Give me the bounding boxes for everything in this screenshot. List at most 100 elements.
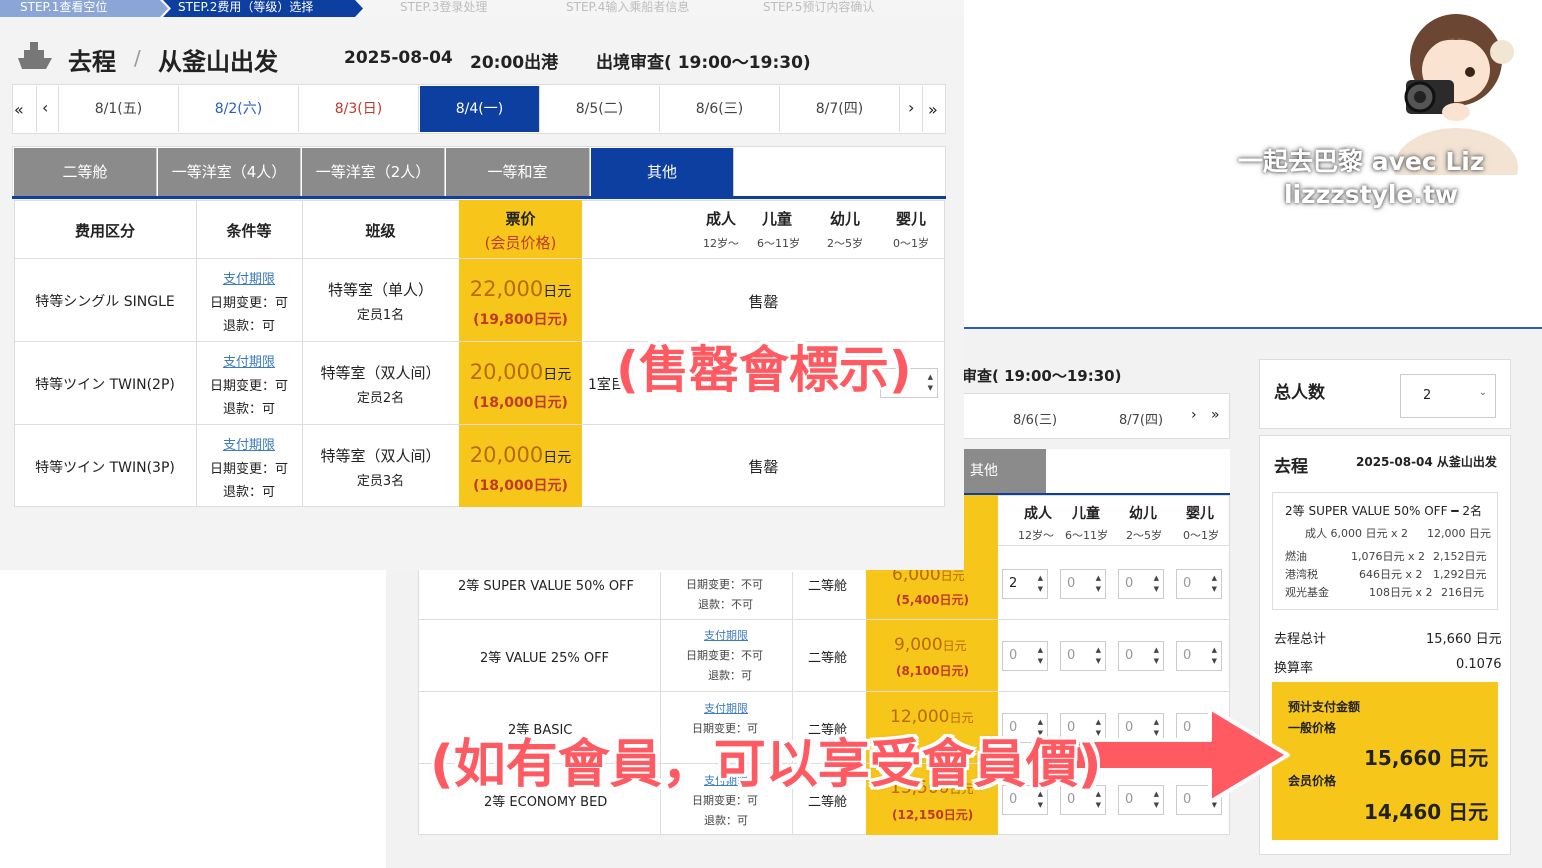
child-count-stepper[interactable]: 0 <box>1060 569 1106 599</box>
date-strip: 8/6(三) 8/7(四) › » <box>962 393 1230 439</box>
next-date-button[interactable]: › <box>1191 407 1197 423</box>
baby-age: 0～1岁 <box>1183 529 1219 542</box>
child-age: 6～11岁 <box>757 237 800 250</box>
refund-rule: 退款：可 <box>708 669 752 682</box>
cabin-class: 特等室（双人间） <box>320 447 441 465</box>
baby-age: 0～1岁 <box>893 237 929 250</box>
adult-count-stepper[interactable]: 0 <box>1002 641 1048 671</box>
adult-count-stepper[interactable]: 2 <box>1002 569 1048 599</box>
infant-age: 2～5岁 <box>827 237 863 250</box>
refund-rule: 退款：可 <box>222 319 275 334</box>
adult-age: 12岁～ <box>703 237 739 250</box>
baby-header: 婴儿 <box>896 210 927 228</box>
cabin-class: 二等舱 <box>808 651 848 666</box>
fee-calc: 108日元 x 2 <box>1369 586 1433 599</box>
baby-count-stepper[interactable]: 0 <box>1176 641 1222 671</box>
date-tab-8-6[interactable]: 8/6(三) <box>1013 409 1057 428</box>
cabin-class: 特等室（单人） <box>327 281 433 299</box>
child-header: 儿童 <box>1072 506 1100 522</box>
first-date-button[interactable]: « <box>14 100 24 119</box>
tab-first-western-4[interactable]: 一等洋室（4人） <box>158 148 301 196</box>
payment-deadline-link[interactable]: 支付期限 <box>704 700 748 716</box>
tab-other[interactable]: 其他 <box>591 148 734 196</box>
child-count-stepper[interactable]: 0 <box>1060 641 1106 671</box>
watermark-title: 一起去巴黎 avec Liz <box>1238 147 1485 176</box>
fare-name: 2等 VALUE 25% OFF <box>480 651 610 666</box>
total-people-label: 总人数 <box>1274 383 1325 403</box>
fare-name: 特等シングル SINGLE <box>35 294 175 310</box>
watermark-site: lizzzstyle.tw <box>1284 180 1458 209</box>
fare-price: 22,000日元 <box>469 277 572 301</box>
date-tab-8-3[interactable]: 8/3(日) <box>299 86 419 132</box>
summary-direction: 去程 <box>1274 457 1308 477</box>
step-2: STEP.2费用（等级）选择 <box>178 0 314 14</box>
tab-first-western-2[interactable]: 一等洋室（2人） <box>302 148 445 196</box>
last-date-button[interactable]: » <box>1211 407 1220 423</box>
adult-header: 成人 <box>1024 506 1052 522</box>
cabin-class: 二等舱 <box>808 579 848 594</box>
adult-header: 成人 <box>706 210 737 228</box>
sold-out-status: 售罄 <box>748 293 779 311</box>
date-tab-8-7[interactable]: 8/7(四) <box>780 86 900 132</box>
infant-header: 幼儿 <box>1129 506 1157 522</box>
departure-time: 20:00出港 <box>470 53 559 73</box>
next-date-button[interactable]: › <box>908 98 914 117</box>
trip-total-label: 去程总计 <box>1274 632 1327 647</box>
date-tab-8-2[interactable]: 8/2(六) <box>179 86 299 132</box>
refund-rule: 退款：可 <box>704 814 748 827</box>
sold-out-annotation: (售罄會標示) <box>616 341 912 399</box>
fee-total: 216日元 <box>1441 586 1484 599</box>
last-date-button[interactable]: » <box>928 100 938 119</box>
refund-rule: 退款：可 <box>222 485 275 500</box>
immigration-time: 审查( 19:00～19:30) <box>962 367 1122 385</box>
total-people-value: 2 <box>1423 388 1432 403</box>
fee-total: 1,292日元 <box>1433 568 1487 581</box>
fare-selection-screenshot: STEP.1查看空位 STEP.2费用（等级）选择 STEP.3登录处理 STE… <box>0 0 964 570</box>
tab-other[interactable]: 其他 <box>962 449 1046 493</box>
payment-deadline-link[interactable]: 支付期限 <box>196 268 302 287</box>
summary-date-origin: 2025-08-04 从釜山出发 <box>1356 455 1497 469</box>
date-change-rule: 日期变更：不可 <box>686 649 763 662</box>
date-change-rule: 日期变更：可 <box>209 379 288 394</box>
fee-label: 观光基金 <box>1285 586 1329 599</box>
payment-deadline-link[interactable]: 支付期限 <box>196 434 302 453</box>
trip-separator: / <box>134 46 141 70</box>
adult-age: 12岁～ <box>1018 529 1054 542</box>
member-price: (18,000日元) <box>473 478 568 494</box>
tab-first-japanese[interactable]: 一等和室 <box>446 148 590 196</box>
fee-label: 港湾税 <box>1285 568 1318 581</box>
general-price: 15,660 日元 <box>1364 746 1489 770</box>
payment-deadline-link[interactable]: 支付期限 <box>704 627 748 643</box>
date-change-rule: 日期变更：可 <box>209 296 288 311</box>
prev-date-button[interactable]: ‹ <box>42 98 48 117</box>
date-tab-8-1[interactable]: 8/1(五) <box>59 86 179 132</box>
fare-name: 2等 SUPER VALUE 50% OFF <box>458 579 635 594</box>
date-tab-8-4[interactable]: 8/4(一) <box>420 86 540 132</box>
cabin-capacity: 定员1名 <box>356 308 405 323</box>
baby-count-stepper[interactable]: 0 <box>1176 569 1222 599</box>
cabin-capacity: 定员3名 <box>356 474 405 489</box>
fare-price: 20,000日元 <box>469 443 572 467</box>
total-people-select[interactable]: 2 ⌄ <box>1400 374 1496 418</box>
member-price-total: 14,460 日元 <box>1364 800 1489 824</box>
infant-count-stepper[interactable]: 0 <box>1118 641 1164 671</box>
tab-second-class[interactable]: 二等舱 <box>14 148 157 196</box>
date-tab-8-7[interactable]: 8/7(四) <box>1119 409 1163 428</box>
payment-deadline-link[interactable]: 支付期限 <box>196 351 302 370</box>
refund-rule: 退款：不可 <box>698 598 753 611</box>
member-price-annotation: (如有會員，可以享受會員價) <box>430 735 1102 795</box>
date-tab-8-6[interactable]: 8/6(三) <box>660 86 780 132</box>
fare-price: 9,000日元 <box>894 635 967 655</box>
infant-age: 2～5岁 <box>1126 529 1162 542</box>
member-price: (5,400日元) <box>896 593 969 607</box>
step-4: STEP.4输入乘船者信息 <box>566 0 690 14</box>
infant-count-stepper[interactable]: 0 <box>1118 569 1164 599</box>
date-tab-8-5[interactable]: 8/5(二) <box>540 86 660 132</box>
fare-name: 特等ツイン TWIN(2P) <box>35 377 175 393</box>
fee-label: 燃油 <box>1285 550 1307 563</box>
trip-total: 15,660 日元 <box>1426 632 1502 647</box>
class-header: 班级 <box>365 222 396 240</box>
refund-rule: 退款：可 <box>222 402 275 417</box>
chevron-down-icon: ⌄ <box>1478 387 1487 398</box>
payment-box: 预计支付金额 一般价格 15,660 日元 会员价格 14,460 日元 <box>1272 682 1498 840</box>
